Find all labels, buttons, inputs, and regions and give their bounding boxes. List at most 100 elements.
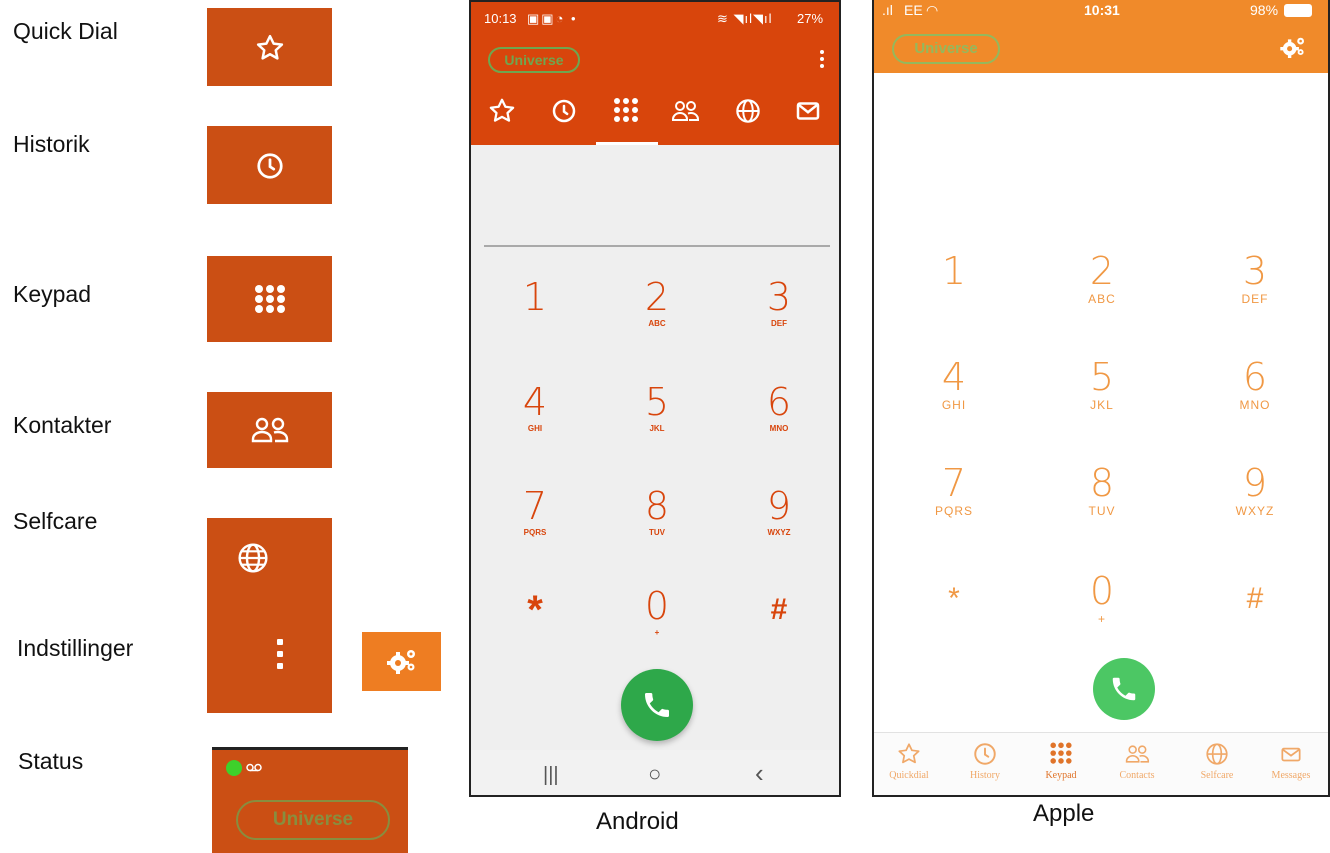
apple-phone: .ıl EE ◠ 10:31 98% Universe 1 2 ABC 3 DEF … <box>872 0 1330 797</box>
status-universe-pill: Universe <box>236 800 390 840</box>
android-key-3[interactable]: 3 DEF <box>739 277 819 347</box>
apple-tab-bar: Quickdial History Keypad Contacts Selfca… <box>874 732 1328 795</box>
android-number-field-underline <box>484 245 830 247</box>
apple-status-battery-text: 98% <box>1250 2 1279 18</box>
legend-label-historik: Historik <box>13 131 90 157</box>
apple-tab-quickdial[interactable]: Quickdial <box>874 741 944 781</box>
clock-icon <box>974 743 996 765</box>
android-app-bar: 10:13 ▣▣◔ • ≋ ◥ıl◥ıl 27% Universe <box>471 2 839 145</box>
android-caption: Android <box>596 808 679 835</box>
battery-icon <box>1284 4 1312 17</box>
apple-tab-keypad[interactable]: Keypad <box>1026 741 1096 781</box>
apple-app-bar: .ıl EE ◠ 10:31 98% Universe <box>874 0 1328 73</box>
globe-icon <box>736 99 760 123</box>
apple-key-2[interactable]: 2 ABC <box>1057 250 1147 322</box>
star-icon <box>489 98 515 122</box>
contacts-icon <box>672 101 699 121</box>
voicemail-icon <box>246 763 262 772</box>
android-key-7[interactable]: 7 PQRS <box>495 486 575 556</box>
clock-icon <box>257 153 283 179</box>
apple-key-hash[interactable]: # <box>1210 578 1300 650</box>
apple-key-0[interactable]: 0 + <box>1057 570 1147 642</box>
android-tab-keypad[interactable] <box>611 96 641 126</box>
legend-label-selfcare: Selfcare <box>13 508 98 534</box>
apple-tab-contacts[interactable]: Contacts <box>1102 741 1172 781</box>
apple-key-3[interactable]: 3 DEF <box>1210 250 1300 322</box>
android-tab-contacts[interactable] <box>670 96 700 126</box>
quick-dial-swatch <box>207 8 332 86</box>
android-key-1[interactable]: 1 <box>495 277 575 347</box>
android-status-signal-icons: ≋ ◥ıl◥ıl <box>717 11 773 26</box>
android-recents-button[interactable]: ||| <box>543 764 559 787</box>
apple-call-button[interactable] <box>1093 658 1155 720</box>
android-home-button[interactable]: ○ <box>648 761 661 787</box>
star-icon <box>256 34 284 60</box>
contacts-icon <box>1125 745 1150 763</box>
android-active-tab-indicator <box>596 142 658 145</box>
message-icon <box>796 102 820 120</box>
clock-icon <box>552 99 576 123</box>
android-tab-quick-dial[interactable] <box>487 96 517 126</box>
more-vertical-icon <box>277 639 283 669</box>
android-key-8[interactable]: 8 TUV <box>617 486 697 556</box>
android-key-star[interactable]: * <box>495 590 575 660</box>
apple-tab-selfcare[interactable]: Selfcare <box>1182 741 1252 781</box>
globe-icon <box>238 543 268 573</box>
android-back-button[interactable]: ‹ <box>755 758 764 789</box>
apple-key-4[interactable]: 4 GHI <box>909 356 999 428</box>
apple-status-signal-icon: .ıl <box>882 2 893 18</box>
keypad-icon <box>614 98 638 122</box>
android-status-time: 10:13 <box>484 11 517 26</box>
android-phone: 10:13 ▣▣◔ • ≋ ◥ıl◥ıl 27% Universe 1 2 AB… <box>469 0 841 797</box>
gears-swatch <box>362 632 441 691</box>
apple-account-pill[interactable]: Universe <box>892 34 1000 64</box>
keypad-swatch <box>207 256 332 342</box>
android-key-4[interactable]: 4 GHI <box>495 382 575 452</box>
android-key-0[interactable]: 0 + <box>617 586 697 656</box>
legend-label-kontakter: Kontakter <box>13 412 112 438</box>
apple-tab-history[interactable]: History <box>950 741 1020 781</box>
keypad-icon <box>1050 742 1072 764</box>
apple-key-7[interactable]: 7 PQRS <box>909 462 999 534</box>
apple-key-6[interactable]: 6 MNO <box>1210 356 1300 428</box>
wifi-icon: ◠ <box>926 2 939 18</box>
android-key-9[interactable]: 9 WXYZ <box>739 486 819 556</box>
contacts-icon <box>251 417 289 443</box>
apple-key-1[interactable]: 1 <box>909 250 999 322</box>
gears-icon <box>387 650 415 674</box>
legend-label-status: Status <box>18 748 84 774</box>
android-key-5[interactable]: 5 JKL <box>617 382 697 452</box>
message-icon <box>1281 747 1301 762</box>
android-more-menu-icon[interactable] <box>819 50 825 71</box>
android-key-hash[interactable]: # <box>739 590 819 660</box>
apple-key-8[interactable]: 8 TUV <box>1057 462 1147 534</box>
android-key-2[interactable]: 2 ABC <box>617 277 697 347</box>
globe-icon <box>1206 743 1228 765</box>
android-system-nav-bar: ||| ○ ‹ <box>471 750 839 795</box>
android-status-notification-icons: ▣▣◔ • <box>527 11 578 26</box>
apple-key-star[interactable]: * <box>909 578 999 650</box>
history-swatch <box>207 126 332 204</box>
phone-icon <box>645 693 669 717</box>
android-tab-messages[interactable] <box>793 96 823 126</box>
android-tab-history[interactable] <box>549 96 579 126</box>
status-swatch: Universe <box>212 747 408 853</box>
keypad-icon <box>255 285 285 313</box>
apple-key-5[interactable]: 5 JKL <box>1057 356 1147 428</box>
selfcare-settings-swatch <box>207 518 332 713</box>
android-key-6[interactable]: 6 MNO <box>739 382 819 452</box>
android-call-button[interactable] <box>621 669 693 741</box>
apple-key-9[interactable]: 9 WXYZ <box>1210 462 1300 534</box>
gears-icon[interactable] <box>1280 36 1306 58</box>
status-dot <box>226 760 242 776</box>
android-account-pill[interactable]: Universe <box>488 47 580 73</box>
star-icon <box>898 743 920 764</box>
contacts-swatch <box>207 392 332 468</box>
legend-label-indstillinger: Indstillinger <box>17 635 134 661</box>
apple-status-carrier: EE <box>904 2 923 18</box>
legend-label-quick-dial: Quick Dial <box>13 18 118 44</box>
android-tab-selfcare[interactable] <box>733 96 763 126</box>
android-status-battery: 27% <box>797 11 824 26</box>
apple-caption: Apple <box>1033 800 1095 827</box>
apple-tab-messages[interactable]: Messages <box>1256 741 1326 781</box>
